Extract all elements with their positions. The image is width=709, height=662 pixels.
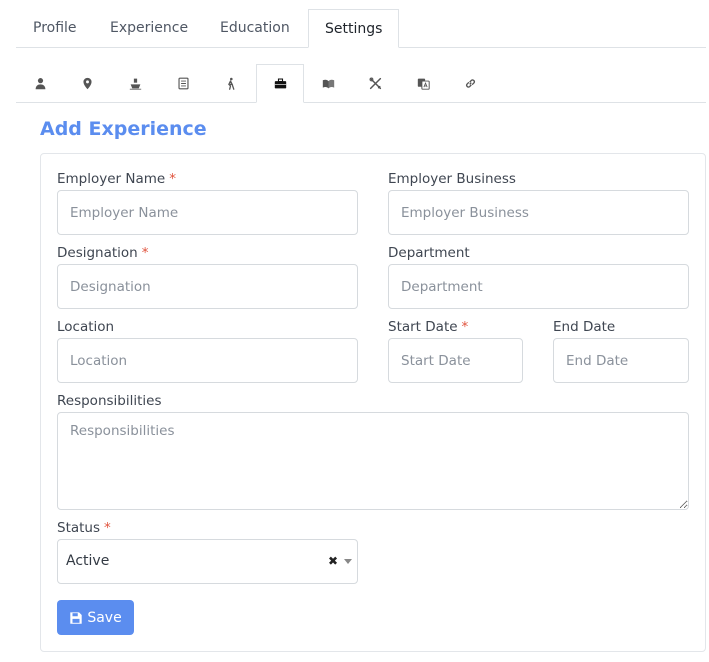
- briefcase-icon: [274, 78, 286, 89]
- language-icon: [417, 78, 430, 90]
- icon-tab-briefcase[interactable]: [256, 64, 304, 103]
- icon-tab-user[interactable]: [16, 64, 64, 103]
- employer-name-input[interactable]: [57, 190, 358, 235]
- clear-selection-icon[interactable]: ✖: [328, 554, 338, 568]
- tab-experience[interactable]: Experience: [110, 9, 188, 48]
- icon-tab-ship[interactable]: [111, 64, 159, 103]
- map-marker-icon: [82, 77, 92, 90]
- icon-tab-language[interactable]: [399, 64, 447, 103]
- dropdown-arrow-icon[interactable]: [344, 559, 352, 564]
- department-input[interactable]: [388, 264, 689, 309]
- document-icon: [177, 77, 189, 90]
- ship-icon: [129, 78, 141, 90]
- icon-tab-tools[interactable]: [351, 64, 399, 103]
- save-icon: [70, 611, 82, 624]
- designation-input[interactable]: [57, 264, 358, 309]
- employer-name-label: Employer Name *: [57, 171, 176, 187]
- book-open-icon: [322, 79, 334, 89]
- end-date-input[interactable]: [553, 338, 689, 383]
- status-select[interactable]: Active ✖: [57, 539, 358, 584]
- user-icon: [35, 78, 45, 90]
- icon-tab-walking[interactable]: [206, 64, 254, 103]
- page-title: Add Experience: [40, 118, 207, 140]
- responsibilities-textarea[interactable]: [57, 412, 689, 510]
- responsibilities-label: Responsibilities: [57, 393, 162, 409]
- end-date-label: End Date: [553, 319, 616, 335]
- walking-icon: [227, 77, 234, 90]
- status-label: Status *: [57, 520, 111, 536]
- status-selected-value: Active: [66, 553, 110, 569]
- icon-tab-document[interactable]: [159, 64, 207, 103]
- employer-business-input[interactable]: [388, 190, 689, 235]
- location-input[interactable]: [57, 338, 358, 383]
- employer-business-label: Employer Business: [388, 171, 516, 187]
- location-label: Location: [57, 319, 115, 335]
- tab-profile[interactable]: Profile: [33, 9, 77, 48]
- settings-icon-tabs: [16, 64, 706, 103]
- icon-tab-link[interactable]: [446, 64, 494, 103]
- tab-settings[interactable]: Settings: [308, 9, 399, 48]
- link-icon: [465, 79, 475, 88]
- main-tabs: Profile Experience Education Settings: [16, 9, 706, 48]
- save-button-label: Save: [87, 609, 122, 626]
- tab-education[interactable]: Education: [220, 9, 290, 48]
- icon-tab-book[interactable]: [304, 64, 352, 103]
- start-date-input[interactable]: [388, 338, 523, 383]
- designation-label: Designation *: [57, 245, 149, 261]
- tools-icon: [368, 77, 381, 90]
- start-date-label: Start Date *: [388, 319, 469, 335]
- save-button[interactable]: Save: [57, 600, 134, 635]
- department-label: Department: [388, 245, 470, 261]
- icon-tab-location[interactable]: [63, 64, 111, 103]
